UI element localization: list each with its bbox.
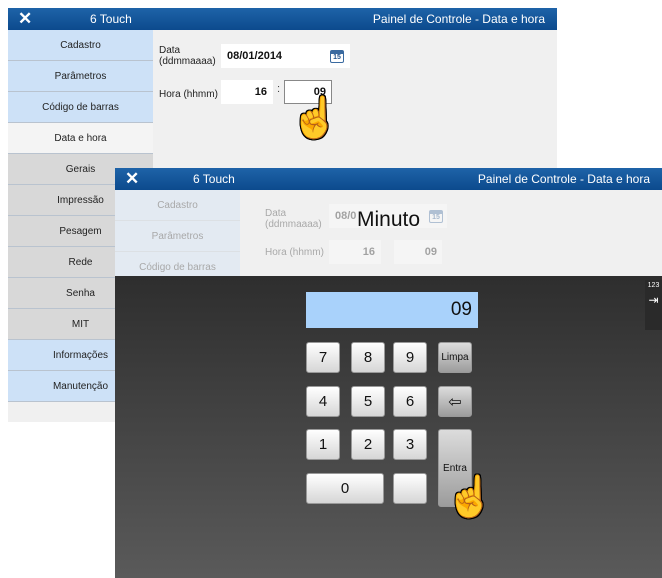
calendar-icon[interactable]: 15 bbox=[330, 50, 344, 63]
side-tab-label: 123 bbox=[647, 282, 660, 289]
front-window: ✕ 6 Touch Painel de Controle - Data e ho… bbox=[115, 168, 662, 578]
sidebar-item-data-e-hora[interactable]: Data e hora bbox=[8, 123, 153, 154]
blank-key[interactable] bbox=[393, 473, 427, 504]
content-area: Data (ddmmaaaa) 08/01/2014 15 Hora (hhmm… bbox=[153, 30, 557, 155]
key-5[interactable]: 5 bbox=[351, 386, 385, 417]
popup-title: Minuto bbox=[356, 208, 421, 231]
panel-title: Painel de Controle - Data e hora bbox=[477, 172, 650, 186]
sidebar-item-par-metros[interactable]: Parâmetros bbox=[8, 61, 153, 92]
faded-sidebar: Cadastro Parâmetros Código de barras bbox=[115, 190, 240, 283]
key-1[interactable]: 1 bbox=[306, 429, 340, 460]
faded-minute-field: 09 bbox=[394, 240, 442, 264]
time-separator: : bbox=[277, 83, 281, 95]
key-2[interactable]: 2 bbox=[351, 429, 385, 460]
key-3[interactable]: 3 bbox=[393, 429, 427, 460]
faded-time-label: Hora (hhmm) bbox=[265, 247, 324, 258]
faded-hour-field: 16 bbox=[329, 240, 381, 264]
date-value: 08/01/2014 bbox=[227, 50, 283, 62]
exit-icon: ⇥ bbox=[648, 293, 659, 307]
key-0[interactable]: 0 bbox=[306, 473, 384, 504]
hour-value: 16 bbox=[254, 86, 267, 98]
date-label: Data (ddmmaaaa) bbox=[159, 45, 216, 67]
key-7[interactable]: 7 bbox=[306, 342, 340, 373]
faded-background: Cadastro Parâmetros Código de barras Data … bbox=[115, 190, 662, 283]
key-6[interactable]: 6 bbox=[393, 386, 427, 417]
key-9[interactable]: 9 bbox=[393, 342, 427, 373]
sidebar-item-c-digo-de-barras[interactable]: Código de barras bbox=[8, 92, 153, 123]
close-icon[interactable]: ✕ bbox=[125, 169, 139, 189]
keypad-toggle-tab[interactable]: 123 ⇥ bbox=[645, 280, 662, 330]
close-icon[interactable]: ✕ bbox=[18, 9, 32, 29]
app-name: 6 Touch bbox=[90, 12, 132, 26]
sidebar-item-cadastro[interactable]: Cadastro bbox=[8, 30, 153, 61]
key-8[interactable]: 8 bbox=[351, 342, 385, 373]
back-title-bar: ✕ 6 Touch Painel de Controle - Data e ho… bbox=[8, 8, 557, 30]
backspace-button[interactable]: ⇦ bbox=[438, 386, 472, 417]
hour-field[interactable]: 16 bbox=[221, 80, 273, 104]
clear-button[interactable]: Limpa bbox=[438, 342, 472, 373]
numeric-display: 09 bbox=[306, 292, 478, 328]
date-field[interactable]: 08/01/2014 15 bbox=[221, 44, 350, 68]
pointer-hand-icon: ☝ bbox=[445, 475, 495, 519]
app-name: 6 Touch bbox=[193, 172, 235, 186]
pointer-hand-icon: ☝ bbox=[290, 96, 340, 140]
time-label: Hora (hhmm) bbox=[159, 89, 218, 100]
panel-title: Painel de Controle - Data e hora bbox=[372, 12, 545, 26]
front-title-bar: ✕ 6 Touch Painel de Controle - Data e ho… bbox=[115, 168, 662, 190]
key-4[interactable]: 4 bbox=[306, 386, 340, 417]
